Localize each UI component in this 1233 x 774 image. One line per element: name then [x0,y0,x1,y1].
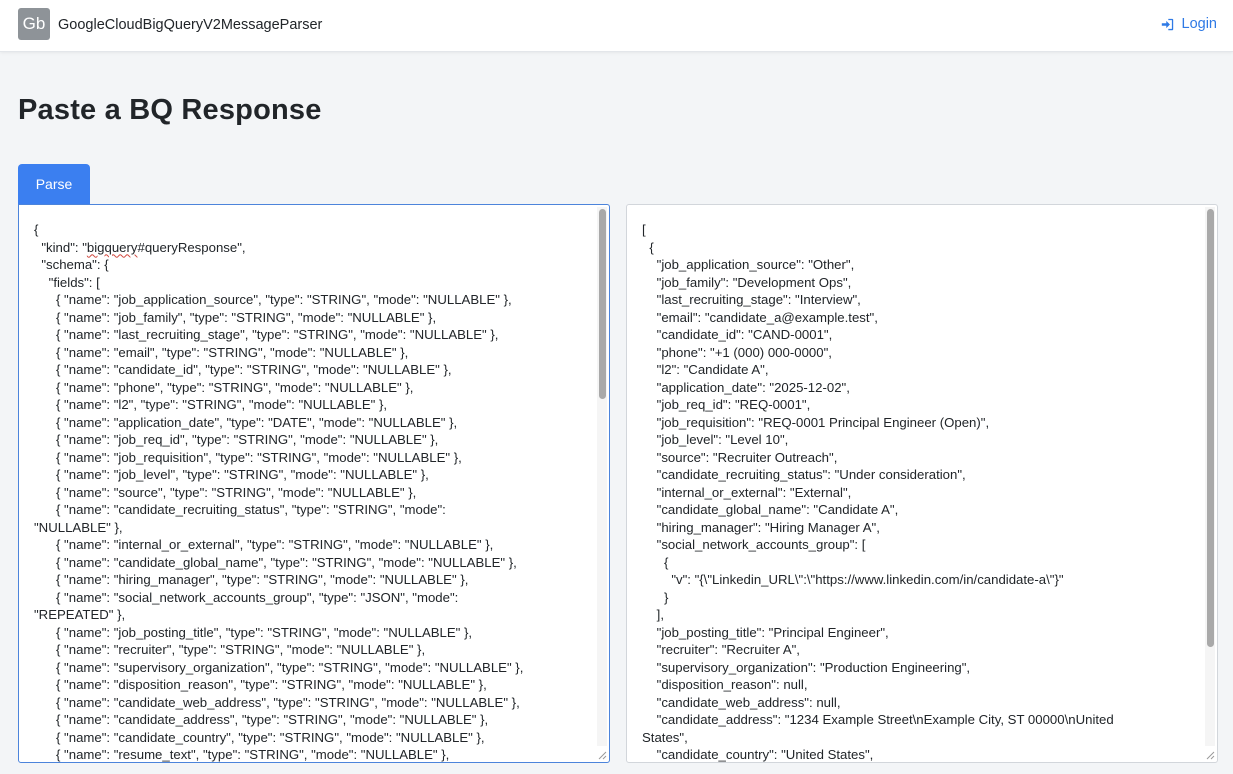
code-line: "v": "{\"Linkedin_URL\":\"https://www.li… [642,572,1064,587]
code-line: { "name": "candidate_web_address", "type… [34,694,520,710]
resize-grip-icon[interactable] [1203,748,1215,760]
code-line: States", [642,729,688,745]
code-line: { "name": "disposition_reason", "type": … [34,677,487,692]
code-line: "disposition_reason": null, [642,677,808,692]
page-title: Paste a BQ Response [18,94,322,126]
output-scrollbar-thumb[interactable] [1207,209,1214,647]
code-line: "source": "Recruiter Outreach", [642,449,838,465]
code-line: "hiring_manager": "Hiring Manager A", [642,519,880,535]
code-line: { "name": "last_recruiting_stage", "type… [34,327,499,342]
code-line: "fields": [ [34,274,100,290]
code-line: { "name": "candidate_country", "type": "… [34,729,485,745]
code-line: "email": "candidate_a@example.test", [642,309,878,325]
code-line: { "name": "candidate_recruiting_status",… [34,502,446,517]
output-json-text[interactable]: [ { "job_application_source": "Other", "… [642,221,1195,762]
code-line: { "name": "candidate_address", "type": "… [34,712,489,727]
code-line: { [642,239,654,255]
input-textarea[interactable]: { "kind": "bigquery#queryResponse", "sch… [18,204,610,763]
code-line: { "name": "supervisory_organization", "t… [34,659,524,675]
code-line: "supervisory_organization": "Production … [642,659,971,675]
code-line: ], [642,607,664,622]
code-line: { "name": "hiring_manager", "type": "STR… [34,572,469,587]
input-scrollbar-thumb[interactable] [599,209,606,399]
code-line: "application_date": "2025-12-02", [642,379,850,395]
code-line: "candidate_global_name": "Candidate A", [642,502,899,517]
code-line: "candidate_id": "CAND-0001", [642,327,833,342]
code-line: "schema": { [34,257,109,272]
code-line: { [34,222,39,237]
code-line: "job_requisition": "REQ-0001 Principal E… [642,414,990,430]
code-line: "candidate_recruiting_status": "Under co… [642,467,966,482]
code-line: { "name": "job_application_source", "typ… [34,292,512,307]
resize-grip-icon[interactable] [595,748,607,760]
code-line: "internal_or_external": "External", [642,484,852,500]
login-link[interactable]: Login [1161,16,1217,32]
code-line: "social_network_accounts_group": [ [642,537,866,552]
code-line: { "name": "recruiter", "type": "STRING",… [34,642,426,657]
code-line: { "name": "l2", "type": "STRING", "mode"… [34,397,388,412]
sign-in-icon [1161,18,1173,30]
code-line: "NULLABLE" }, [34,519,123,535]
code-line: { "name": "job_level", "type": "STRING",… [34,467,429,482]
code-line: { "name": "application_date", "type": "D… [34,414,458,430]
spellcheck-underline: bigquery [86,239,138,255]
code-line: "candidate_country": "United States", [642,747,874,762]
code-line: "job_level": "Level 10", [642,432,789,447]
code-line: [ [642,222,646,237]
code-line: "last_recruiting_stage": "Interview", [642,292,861,307]
code-line: { "name": "job_requisition", "type": "ST… [34,449,462,465]
code-line: "job_posting_title": "Principal Engineer… [642,624,889,640]
output-textarea[interactable]: [ { "job_application_source": "Other", "… [626,204,1218,763]
code-line: "candidate_web_address": null, [642,694,841,710]
code-line: { "name": "candidate_id", "type": "STRIN… [34,362,452,377]
code-line: { "name": "source", "type": "STRING", "m… [34,484,417,500]
code-line: "candidate_address": "1234 Example Stree… [642,712,1114,727]
code-line: { "name": "internal_or_external", "type"… [34,537,494,552]
parse-button[interactable]: Parse [18,164,90,204]
code-line: { "name": "job_family", "type": "STRING"… [34,309,437,325]
code-line: "l2": "Candidate A", [642,362,769,377]
app-title[interactable]: GoogleCloudBigQueryV2MessageParser [58,17,322,33]
code-line: "recruiter": "Recruiter A", [642,642,800,657]
code-line: { [642,554,669,570]
code-line: { "name": "job_posting_title", "type": "… [34,624,473,640]
top-navbar: Gb GoogleCloudBigQueryV2MessageParser Lo… [0,0,1233,52]
code-line: "REPEATED" }, [34,607,126,622]
code-line: { "name": "phone", "type": "STRING", "mo… [34,379,414,395]
code-line: "job_family": "Development Ops", [642,274,852,290]
code-line: "job_req_id": "REQ-0001", [642,397,811,412]
code-line: { "name": "email", "type": "STRING", "mo… [34,344,409,360]
code-line: { "name": "candidate_global_name", "type… [34,554,517,570]
code-line: "job_application_source": "Other", [642,257,855,272]
code-line: "phone": "+1 (000) 000-0000", [642,344,832,360]
code-line: } [642,589,669,605]
code-line: "kind": "bigquery#queryResponse", [34,239,246,255]
input-json-text[interactable]: { "kind": "bigquery#queryResponse", "sch… [34,221,587,762]
code-line: { "name": "social_network_accounts_group… [34,589,459,605]
code-line: { "name": "resume_text", "type": "STRING… [34,747,450,762]
app-logo[interactable]: Gb [18,8,50,40]
login-label: Login [1181,16,1217,32]
code-line: { "name": "job_req_id", "type": "STRING"… [34,432,439,447]
